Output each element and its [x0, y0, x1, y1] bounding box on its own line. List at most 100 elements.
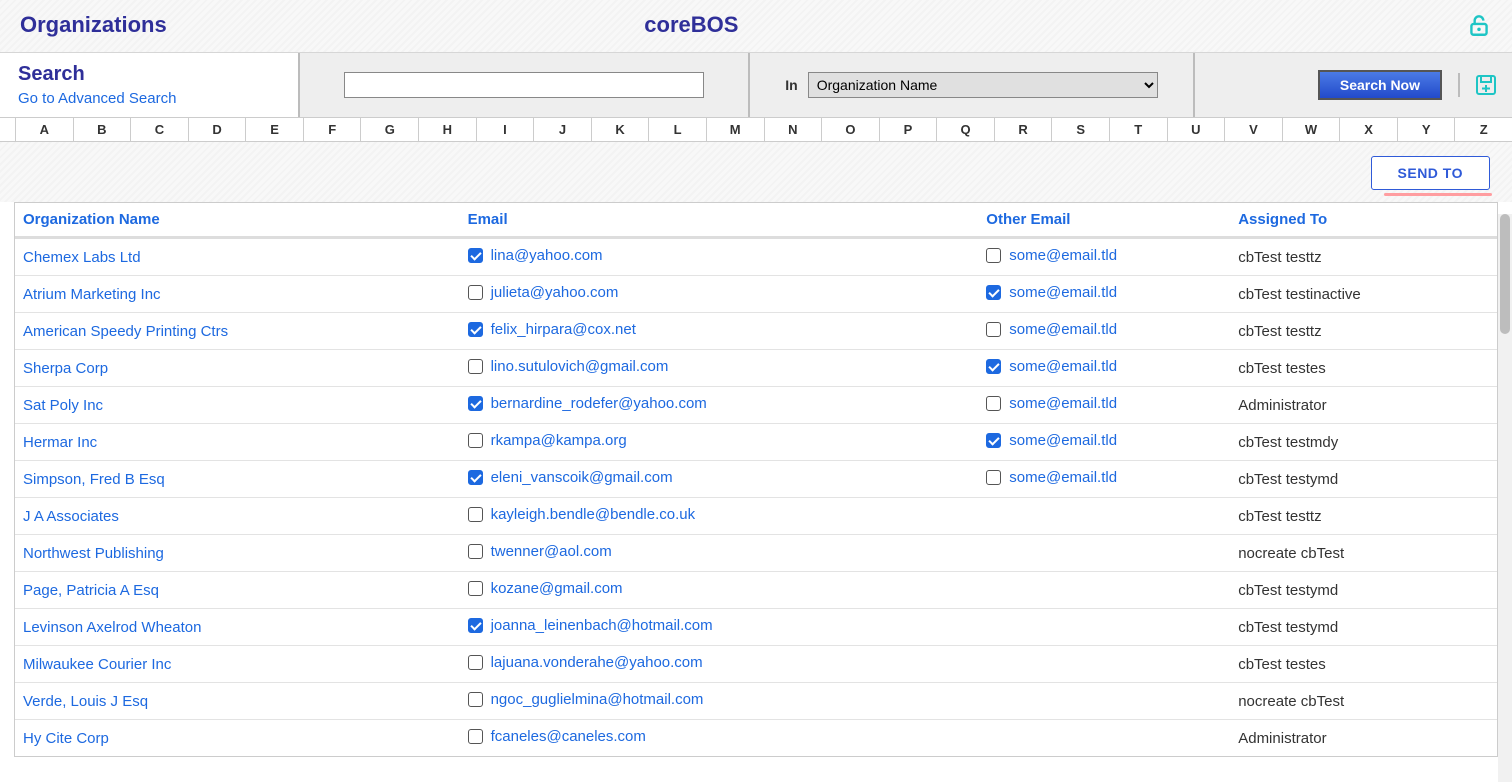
alpha-filter-p[interactable]: P: [880, 118, 938, 141]
col-header-email[interactable]: Email: [460, 203, 979, 238]
email-link[interactable]: bernardine_rodefer@yahoo.com: [491, 395, 707, 412]
email-link[interactable]: lino.sutulovich@gmail.com: [491, 358, 669, 375]
alpha-filter-i[interactable]: I: [477, 118, 535, 141]
alpha-filter-w[interactable]: W: [1283, 118, 1341, 141]
other-email-checkbox[interactable]: [986, 248, 1001, 263]
search-input[interactable]: [344, 72, 704, 98]
other-email-link[interactable]: some@email.tld: [1009, 469, 1117, 486]
alpha-filter-e[interactable]: E: [246, 118, 304, 141]
alpha-filter-m[interactable]: M: [707, 118, 765, 141]
org-link[interactable]: Hermar Inc: [23, 434, 97, 451]
search-in-select[interactable]: Organization Name: [808, 72, 1158, 98]
org-link[interactable]: Sat Poly Inc: [23, 397, 103, 414]
email-checkbox[interactable]: [468, 248, 483, 263]
unlock-icon[interactable]: [1466, 12, 1492, 38]
alpha-filter-u[interactable]: U: [1168, 118, 1226, 141]
email-checkbox[interactable]: [468, 470, 483, 485]
table-row: American Speedy Printing Ctrs felix_hirpa…: [15, 313, 1497, 350]
org-link[interactable]: American Speedy Printing Ctrs: [23, 323, 228, 340]
alpha-filter-a[interactable]: A: [16, 118, 74, 141]
email-checkbox[interactable]: [468, 433, 483, 448]
other-email-checkbox[interactable]: [986, 322, 1001, 337]
org-link[interactable]: J A Associates: [23, 508, 119, 525]
col-header-other[interactable]: Other Email: [978, 203, 1230, 238]
other-email-link[interactable]: some@email.tld: [1009, 432, 1117, 449]
org-link[interactable]: Atrium Marketing Inc: [23, 286, 161, 303]
search-in-label: In: [785, 77, 797, 93]
org-link[interactable]: Chemex Labs Ltd: [23, 249, 141, 266]
other-email-checkbox[interactable]: [986, 470, 1001, 485]
email-checkbox[interactable]: [468, 655, 483, 670]
other-email-checkbox[interactable]: [986, 433, 1001, 448]
email-checkbox[interactable]: [468, 322, 483, 337]
org-link[interactable]: Hy Cite Corp: [23, 730, 109, 747]
org-link[interactable]: Levinson Axelrod Wheaton: [23, 619, 201, 636]
col-header-org[interactable]: Organization Name: [15, 203, 460, 238]
alpha-filter-y[interactable]: Y: [1398, 118, 1456, 141]
email-link[interactable]: kayleigh.bendle@bendle.co.uk: [491, 506, 696, 523]
org-link[interactable]: Simpson, Fred B Esq: [23, 471, 165, 488]
other-email-checkbox[interactable]: [986, 396, 1001, 411]
email-checkbox[interactable]: [468, 729, 483, 744]
email-link[interactable]: felix_hirpara@cox.net: [491, 321, 636, 338]
alpha-filter-c[interactable]: C: [131, 118, 189, 141]
alpha-filter-k[interactable]: K: [592, 118, 650, 141]
alpha-filter-n[interactable]: N: [765, 118, 823, 141]
email-link[interactable]: twenner@aol.com: [491, 543, 612, 560]
table-row: Page, Patricia A Esqkozane@gmail.comcbTe…: [15, 572, 1497, 609]
alpha-filter-z[interactable]: Z: [1455, 118, 1512, 141]
other-email-checkbox[interactable]: [986, 359, 1001, 374]
email-link[interactable]: ngoc_guglielmina@hotmail.com: [491, 691, 704, 708]
alpha-filter-h[interactable]: H: [419, 118, 477, 141]
org-link[interactable]: Sherpa Corp: [23, 360, 108, 377]
scrollbar-thumb[interactable]: [1500, 214, 1510, 334]
alpha-filter-d[interactable]: D: [189, 118, 247, 141]
alpha-filter-g[interactable]: G: [361, 118, 419, 141]
email-link[interactable]: lajuana.vonderahe@yahoo.com: [491, 654, 703, 671]
search-now-button[interactable]: Search Now: [1318, 70, 1442, 100]
other-email-link[interactable]: some@email.tld: [1009, 358, 1117, 375]
alpha-filter-v[interactable]: V: [1225, 118, 1283, 141]
email-checkbox[interactable]: [468, 396, 483, 411]
other-email-link[interactable]: some@email.tld: [1009, 284, 1117, 301]
email-checkbox[interactable]: [468, 581, 483, 596]
alpha-filter-q[interactable]: Q: [937, 118, 995, 141]
other-email-link[interactable]: some@email.tld: [1009, 321, 1117, 338]
email-link[interactable]: kozane@gmail.com: [491, 580, 623, 597]
email-link[interactable]: eleni_vanscoik@gmail.com: [491, 469, 673, 486]
brand-name: coreBOS: [644, 12, 738, 38]
alpha-filter-o[interactable]: O: [822, 118, 880, 141]
other-email-checkbox[interactable]: [986, 285, 1001, 300]
alpha-filter-x[interactable]: X: [1340, 118, 1398, 141]
other-email-link[interactable]: some@email.tld: [1009, 395, 1117, 412]
org-link[interactable]: Page, Patricia A Esq: [23, 582, 159, 599]
alpha-filter-f[interactable]: F: [304, 118, 362, 141]
send-to-button[interactable]: SEND TO: [1371, 156, 1490, 190]
alpha-filter-l[interactable]: L: [649, 118, 707, 141]
col-header-assigned[interactable]: Assigned To: [1230, 203, 1497, 238]
email-link[interactable]: rkampa@kampa.org: [491, 432, 627, 449]
alpha-filter-j[interactable]: J: [534, 118, 592, 141]
email-checkbox[interactable]: [468, 359, 483, 374]
email-checkbox[interactable]: [468, 618, 483, 633]
org-link[interactable]: Northwest Publishing: [23, 545, 164, 562]
email-checkbox[interactable]: [468, 692, 483, 707]
alpha-filter-b[interactable]: B: [74, 118, 132, 141]
other-email-link[interactable]: some@email.tld: [1009, 247, 1117, 264]
search-in-cell: In Organization Name: [750, 53, 1195, 117]
email-link[interactable]: fcaneles@caneles.com: [491, 728, 646, 745]
alpha-filter-r[interactable]: R: [995, 118, 1053, 141]
save-search-icon[interactable]: [1458, 73, 1498, 97]
email-checkbox[interactable]: [468, 544, 483, 559]
email-checkbox[interactable]: [468, 285, 483, 300]
email-link[interactable]: lina@yahoo.com: [491, 247, 603, 264]
org-link[interactable]: Verde, Louis J Esq: [23, 693, 148, 710]
email-checkbox[interactable]: [468, 507, 483, 522]
scrollbar[interactable]: [1498, 214, 1512, 782]
advanced-search-link[interactable]: Go to Advanced Search: [18, 90, 176, 107]
alpha-filter-s[interactable]: S: [1052, 118, 1110, 141]
email-link[interactable]: julieta@yahoo.com: [491, 284, 619, 301]
email-link[interactable]: joanna_leinenbach@hotmail.com: [491, 617, 713, 634]
alpha-filter-t[interactable]: T: [1110, 118, 1168, 141]
org-link[interactable]: Milwaukee Courier Inc: [23, 656, 171, 673]
